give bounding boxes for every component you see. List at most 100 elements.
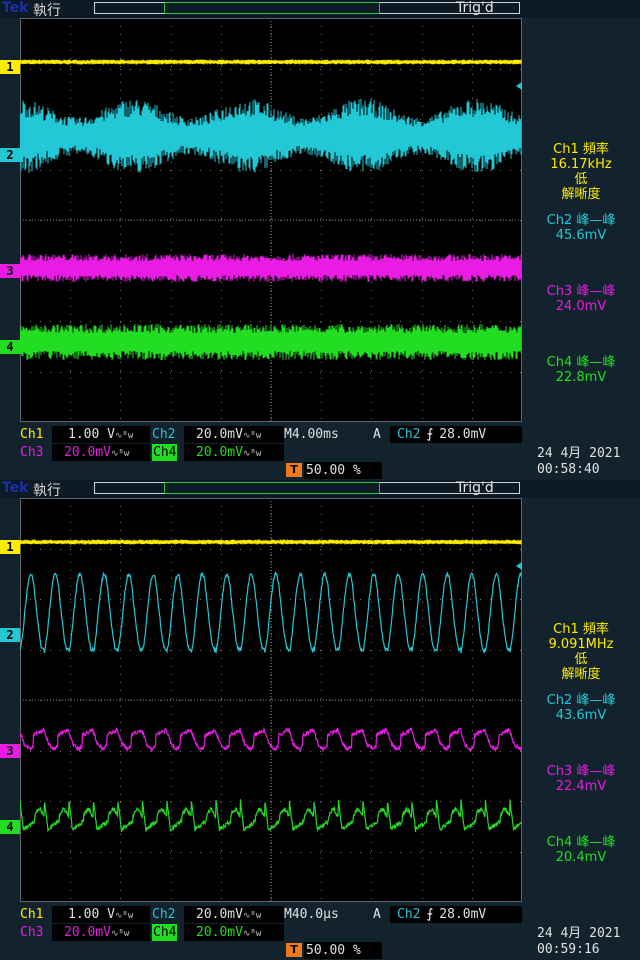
grid-dot — [171, 594, 172, 595]
grid-dot — [450, 321, 451, 322]
grid-dot — [371, 530, 372, 531]
coupling-icon: ∿ᴮw — [110, 929, 130, 939]
ch3-marker[interactable]: 3 — [0, 744, 20, 758]
ch2-scale[interactable]: 20.0mV∿ᴮw — [184, 426, 284, 443]
ch3-scale[interactable]: 20.0mV∿ᴮw — [52, 924, 150, 941]
ch1-label[interactable]: Ch1 — [20, 426, 43, 443]
grid-dot — [171, 162, 172, 163]
grid-dot — [371, 898, 372, 899]
grid-dot — [160, 69, 161, 70]
grid-dot — [170, 599, 171, 600]
record-view-window[interactable] — [164, 2, 380, 14]
grid-dot — [470, 372, 471, 373]
ch1-marker[interactable]: 1 — [0, 540, 20, 554]
grid-dot — [380, 852, 381, 853]
ch1-scale[interactable]: 1.00 V∿ᴮw — [52, 906, 150, 923]
grid-dot — [310, 372, 311, 373]
timebase[interactable]: M4.00ms — [284, 426, 339, 443]
grid-dot — [70, 610, 71, 611]
grid-dot — [221, 714, 222, 715]
grid-dot — [321, 202, 322, 203]
grid-dot — [371, 506, 372, 507]
grid-dot — [171, 538, 172, 539]
grid-dot — [321, 82, 322, 83]
grid-dot — [510, 220, 511, 221]
grid-dot — [171, 898, 172, 899]
grid-dot — [70, 58, 71, 59]
grid-dot — [221, 738, 222, 739]
grid-dot — [321, 314, 322, 315]
grid-dot — [422, 610, 423, 611]
ch3-marker[interactable]: 3 — [0, 264, 20, 278]
grid-dot — [371, 218, 372, 219]
grid-dot — [371, 194, 372, 195]
timebase[interactable]: M40.0µs — [284, 906, 339, 923]
grid-dot — [271, 250, 272, 251]
grid-dot — [371, 754, 372, 755]
ch4-marker[interactable]: 4 — [0, 340, 20, 354]
grid-dot — [70, 599, 71, 600]
grid-dot — [340, 700, 341, 701]
date-stamp: 24 4月 2021 — [537, 446, 621, 461]
grid-dot — [70, 778, 71, 779]
grid-dot — [271, 314, 272, 315]
grid-dot — [300, 852, 301, 853]
grid-dot — [80, 852, 81, 853]
grid-dot — [422, 602, 423, 603]
ch1-scale[interactable]: 1.00 V∿ᴮw — [52, 426, 150, 443]
grid-dot — [371, 34, 372, 35]
grid-dot — [371, 234, 372, 235]
ch4-scale[interactable]: 20.0mV∿ᴮw — [184, 444, 284, 461]
ch2-label[interactable]: Ch2 — [152, 426, 175, 443]
grid-dot — [350, 650, 351, 651]
grid-dot — [330, 599, 331, 600]
grid-dot — [221, 242, 222, 243]
trigger-settings[interactable]: Ch2 ⨍ 28.0mV — [390, 906, 522, 923]
grid-dot — [40, 599, 41, 600]
grid-dot — [330, 801, 331, 802]
grid-dot — [422, 170, 423, 171]
ch2-marker[interactable]: 2 — [0, 628, 20, 642]
grid-dot — [480, 801, 481, 802]
grid-dot — [30, 801, 31, 802]
grid-dot — [260, 801, 261, 802]
grid-dot — [190, 119, 191, 120]
ch4-marker[interactable]: 4 — [0, 820, 20, 834]
ch1-marker[interactable]: 1 — [0, 60, 20, 74]
grid-dot — [472, 74, 473, 75]
grid-dot — [221, 234, 222, 235]
grid-dot — [422, 642, 423, 643]
grid-dot — [472, 754, 473, 755]
grid-dot — [171, 842, 172, 843]
grid-dot — [472, 514, 473, 515]
grid-dot — [30, 751, 31, 752]
grid-dot — [110, 372, 111, 373]
grid-dot — [240, 321, 241, 322]
grid-dot — [60, 321, 61, 322]
waveform-svg — [19, 18, 523, 423]
trigger-settings[interactable]: Ch2 ⨍ 28.0mV — [390, 426, 522, 443]
grid-dot — [321, 538, 322, 539]
grid-dot — [472, 522, 473, 523]
ch4-label[interactable]: Ch4 — [152, 924, 178, 941]
grid-dot — [472, 394, 473, 395]
grid-dot — [450, 801, 451, 802]
grid-dot — [271, 218, 272, 219]
ch3-label[interactable]: Ch3 — [20, 924, 43, 941]
scope-panel-2: Tek 執行 Trig'd T 1 2 3 4 Ch1 頻率 9.091MHz … — [0, 480, 640, 960]
grid-dot — [140, 69, 141, 70]
grid-dot — [150, 751, 151, 752]
grid-dot — [371, 290, 372, 291]
ch1-label[interactable]: Ch1 — [20, 906, 43, 923]
ch2-scale[interactable]: 20.0mV∿ᴮw — [184, 906, 284, 923]
ch3-scale[interactable]: 20.0mV∿ᴮw — [52, 444, 150, 461]
ch2-marker[interactable]: 2 — [0, 148, 20, 162]
grid-dot — [221, 666, 222, 667]
ch4-scale[interactable]: 20.0mV∿ᴮw — [184, 924, 284, 941]
ch2-label[interactable]: Ch2 — [152, 906, 175, 923]
record-view-window[interactable] — [164, 482, 380, 494]
ch4-label[interactable]: Ch4 — [152, 444, 178, 461]
grid-dot — [221, 410, 222, 411]
ch3-label[interactable]: Ch3 — [20, 444, 43, 461]
grid-dot — [310, 700, 311, 701]
